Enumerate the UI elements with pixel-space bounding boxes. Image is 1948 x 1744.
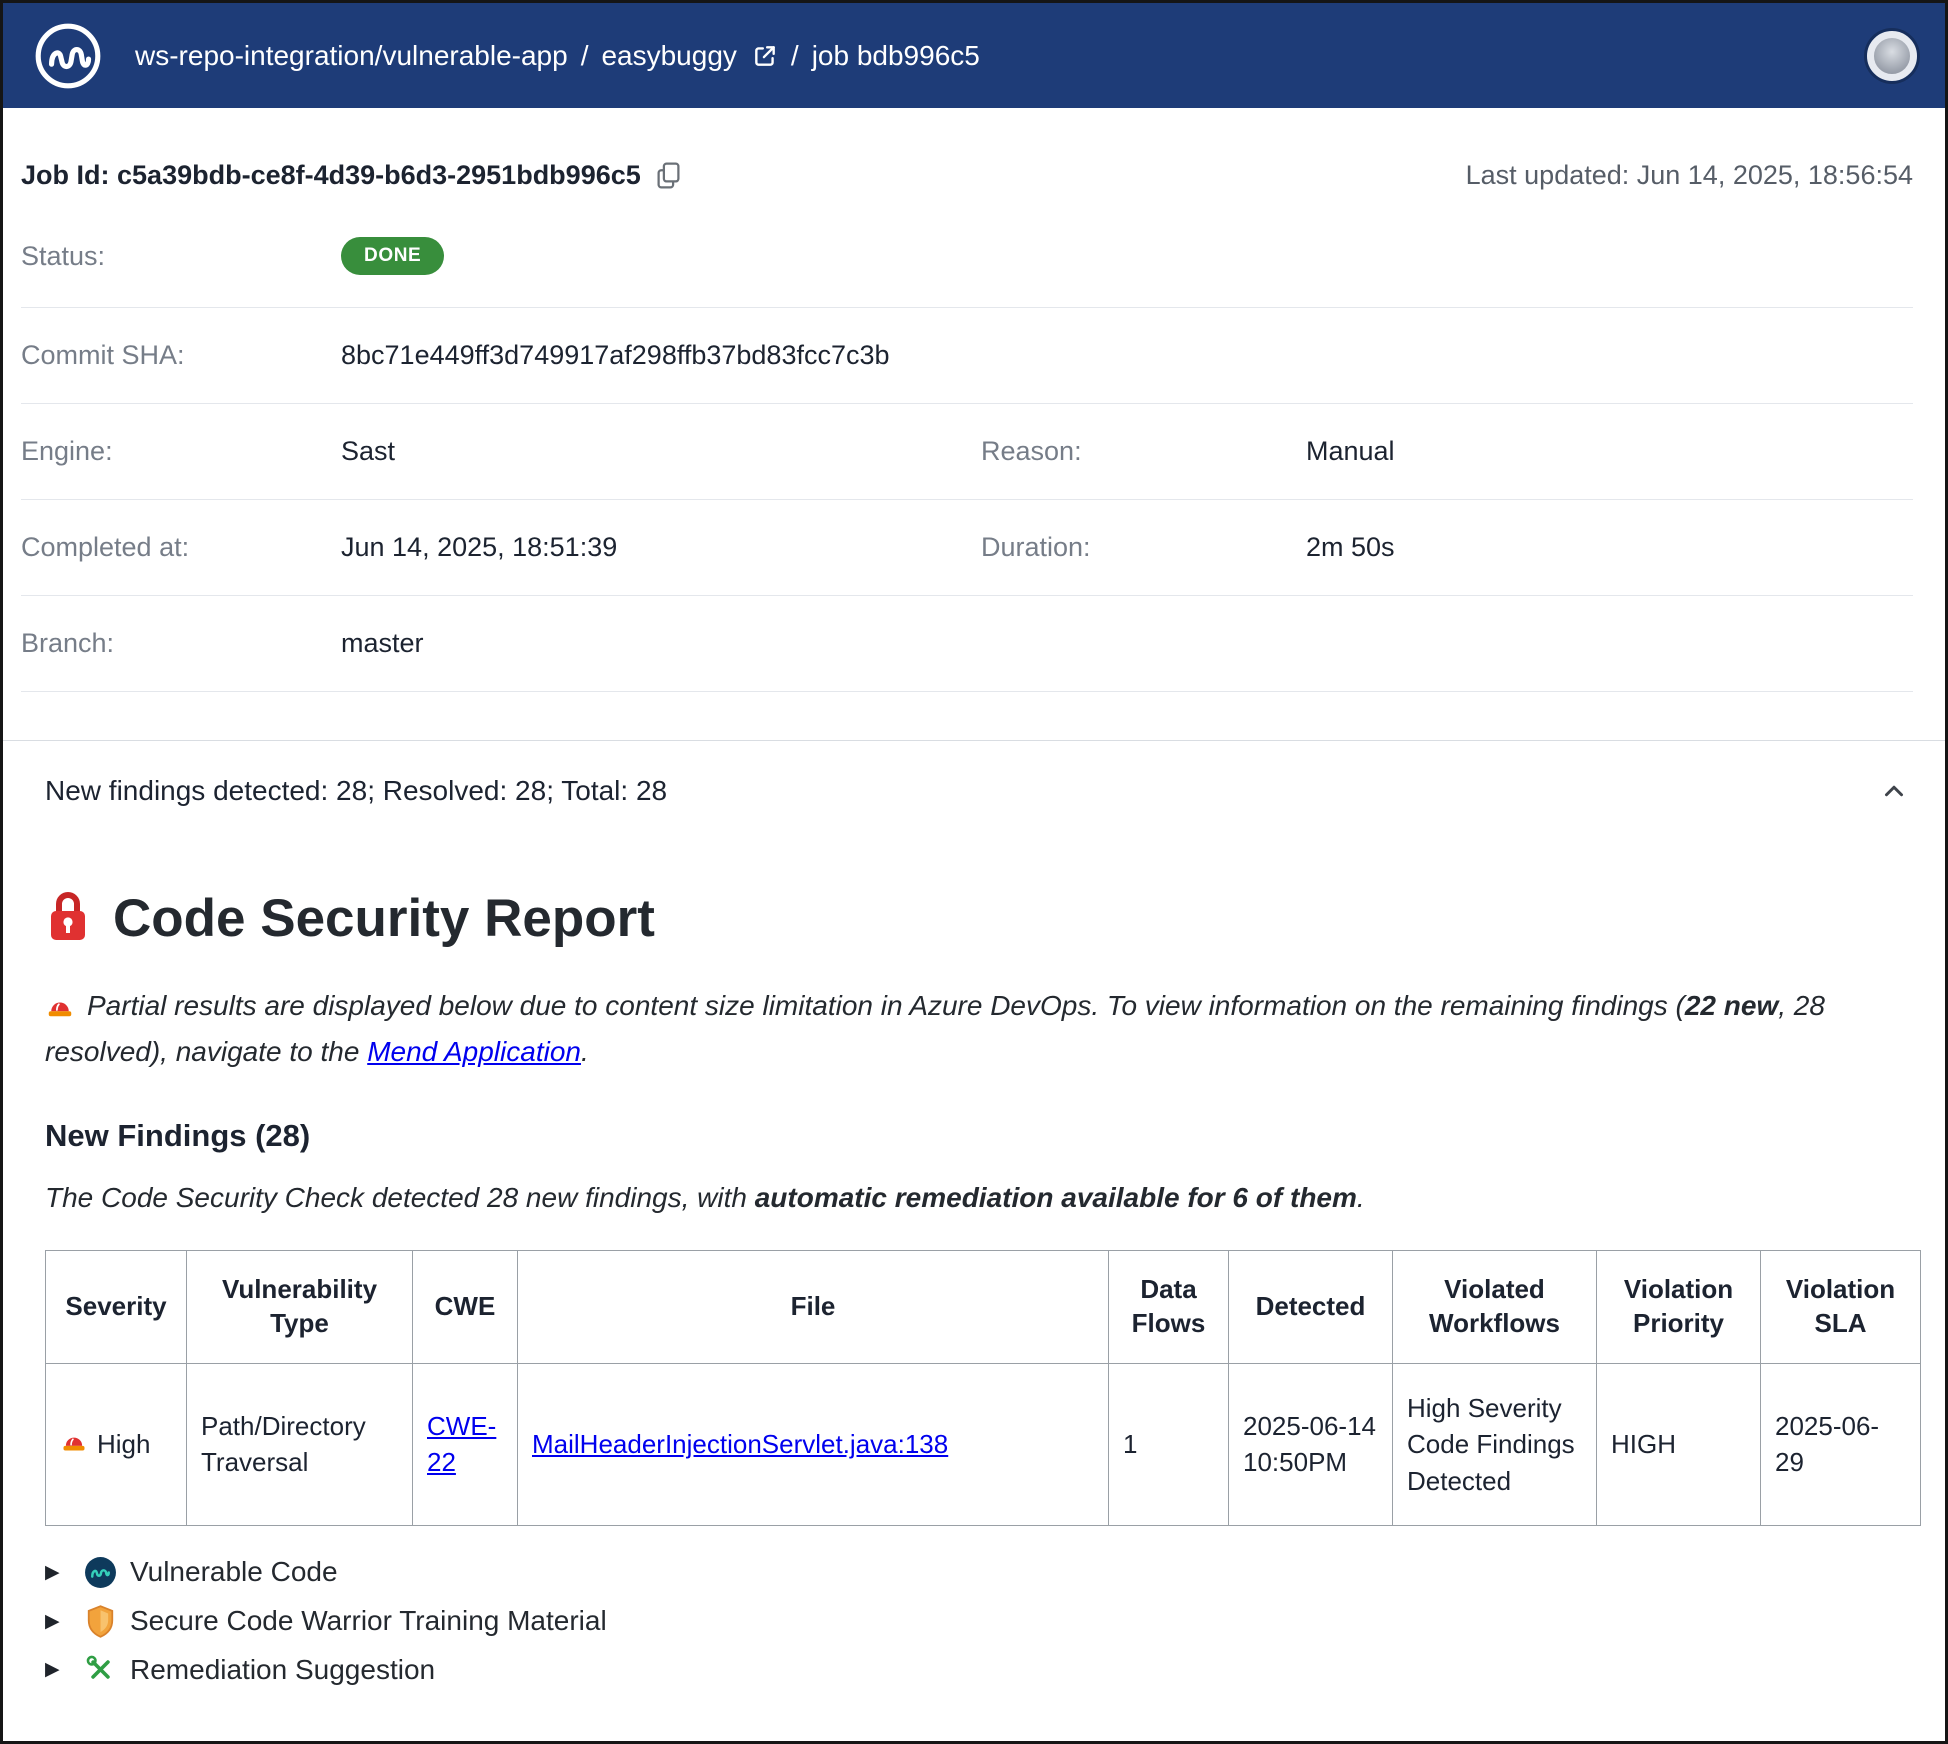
breadcrumb-separator: /	[581, 40, 589, 72]
breadcrumb: ws-repo-integration/vulnerable-app / eas…	[135, 40, 1867, 72]
mend-logo-icon[interactable]	[31, 19, 105, 93]
data-flows-cell: 1	[1109, 1363, 1229, 1525]
breadcrumb-job: job bdb996c5	[812, 40, 980, 72]
status-row: Status: DONE	[21, 205, 1913, 308]
tools-icon	[84, 1654, 117, 1685]
table-header-row: Severity Vulnerability Type CWE File Dat…	[46, 1251, 1921, 1364]
reason-value: Manual	[1306, 436, 1913, 467]
detected-cell: 2025-06-14 10:50PM	[1229, 1363, 1393, 1525]
finding-row: High Path/Directory Traversal CWE-22 Mai…	[46, 1363, 1921, 1525]
external-link-icon[interactable]	[752, 43, 778, 69]
col-detected: Detected	[1229, 1251, 1393, 1364]
commit-sha-row: Commit SHA: 8bc71e449ff3d749917af298ffb3…	[21, 308, 1913, 404]
col-cwe: CWE	[413, 1251, 518, 1364]
page: ws-repo-integration/vulnerable-app / eas…	[0, 0, 1948, 1744]
job-id-label: Job Id: c5a39bdb-ce8f-4d39-b6d3-2951bdb9…	[21, 160, 641, 191]
copy-job-id-icon[interactable]	[655, 161, 682, 190]
col-data-flows: Data Flows	[1109, 1251, 1229, 1364]
expander-label: Secure Code Warrior Training Material	[130, 1605, 607, 1637]
notice-new-count: 22 new	[1685, 990, 1778, 1021]
cwe-link[interactable]: CWE-22	[427, 1411, 496, 1477]
breadcrumb-project[interactable]: easybuggy	[601, 40, 736, 72]
finding-expanders: ▶ Vulnerable Code ▶ Secure Co	[45, 1548, 1914, 1694]
job-id-value: c5a39bdb-ce8f-4d39-b6d3-2951bdb996c5	[117, 160, 641, 190]
violation-priority-cell: HIGH	[1597, 1363, 1761, 1525]
triangle-collapsed-icon: ▶	[45, 1610, 71, 1633]
completed-at-value: Jun 14, 2025, 18:51:39	[341, 532, 981, 563]
job-fields: Status: DONE Commit SHA: 8bc71e449ff3d74…	[21, 205, 1913, 692]
expander-label: Vulnerable Code	[130, 1556, 338, 1588]
violated-workflows-cell: High Severity Code Findings Detected	[1393, 1363, 1597, 1525]
job-details-card: Job Id: c5a39bdb-ce8f-4d39-b6d3-2951bdb9…	[3, 160, 1945, 692]
branch-label: Branch:	[21, 628, 341, 659]
branch-row: Branch: master	[21, 596, 1913, 692]
file-link[interactable]: MailHeaderInjectionServlet.java:138	[532, 1429, 948, 1459]
report-title: Code Security Report	[113, 888, 655, 949]
triangle-collapsed-icon: ▶	[45, 1561, 71, 1584]
partial-results-notice: Partial results are displayed below due …	[45, 986, 1885, 1072]
mend-application-link[interactable]: Mend Application	[367, 1036, 581, 1067]
col-file: File	[518, 1251, 1109, 1364]
findings-table: Severity Vulnerability Type CWE File Dat…	[45, 1250, 1921, 1526]
commit-sha-value: 8bc71e449ff3d749917af298ffb37bd83fcc7c3b	[341, 340, 1913, 371]
top-navbar: ws-repo-integration/vulnerable-app / eas…	[3, 3, 1945, 108]
file-cell: MailHeaderInjectionServlet.java:138	[518, 1363, 1109, 1525]
commit-sha-label: Commit SHA:	[21, 340, 341, 371]
triangle-collapsed-icon: ▶	[45, 1658, 71, 1681]
user-avatar[interactable]	[1867, 31, 1917, 81]
siren-icon	[60, 1426, 88, 1463]
warning-siren-icon	[45, 990, 75, 1032]
status-badge: DONE	[341, 237, 444, 275]
violation-sla-cell: 2025-06-29	[1761, 1363, 1921, 1525]
cwe-cell: CWE-22	[413, 1363, 518, 1525]
duration-value: 2m 50s	[1306, 532, 1913, 563]
status-label: Status:	[21, 241, 341, 272]
findings-intro: The Code Security Check detected 28 new …	[45, 1182, 1914, 1214]
breadcrumb-repo[interactable]: ws-repo-integration/vulnerable-app	[135, 40, 568, 72]
red-lock-icon	[45, 887, 91, 950]
engine-label: Engine:	[21, 436, 341, 467]
mend-globe-icon	[84, 1556, 117, 1589]
expander-vulnerable-code[interactable]: ▶ Vulnerable Code	[45, 1548, 1914, 1597]
engine-value: Sast	[341, 436, 981, 467]
new-findings-heading: New Findings (28)	[45, 1118, 1914, 1154]
code-security-report: Code Security Report Partial results are…	[3, 887, 1945, 1694]
findings-summary-text: New findings detected: 28; Resolved: 28;…	[45, 775, 667, 807]
shield-icon	[84, 1605, 117, 1638]
breadcrumb-separator: /	[791, 40, 799, 72]
completed-at-label: Completed at:	[21, 532, 341, 563]
col-severity: Severity	[46, 1251, 187, 1364]
completed-duration-row: Completed at: Jun 14, 2025, 18:51:39 Dur…	[21, 500, 1913, 596]
engine-reason-row: Engine: Sast Reason: Manual	[21, 404, 1913, 500]
expander-remediation-suggestion[interactable]: ▶ Remediation Suggestion	[45, 1646, 1914, 1694]
severity-value: High	[97, 1426, 150, 1462]
expander-secure-code-warrior[interactable]: ▶ Secure Code Warrior Training Material	[45, 1597, 1914, 1646]
col-violation-priority: Violation Priority	[1597, 1251, 1761, 1364]
last-updated: Last updated: Jun 14, 2025, 18:56:54	[1466, 160, 1913, 191]
vulnerability-type-cell: Path/Directory Traversal	[187, 1363, 413, 1525]
chevron-up-icon[interactable]	[1879, 776, 1909, 806]
branch-value: master	[341, 628, 1913, 659]
severity-cell: High	[46, 1363, 187, 1525]
report-title-row: Code Security Report	[45, 887, 1914, 950]
col-vulnerability-type: Vulnerability Type	[187, 1251, 413, 1364]
expander-label: Remediation Suggestion	[130, 1654, 435, 1686]
job-header: Job Id: c5a39bdb-ce8f-4d39-b6d3-2951bdb9…	[21, 160, 1913, 191]
col-violation-sla: Violation SLA	[1761, 1251, 1921, 1364]
findings-summary-bar: New findings detected: 28; Resolved: 28;…	[3, 740, 1945, 841]
duration-label: Duration:	[981, 532, 1306, 563]
col-violated-workflows: Violated Workflows	[1393, 1251, 1597, 1364]
reason-label: Reason:	[981, 436, 1306, 467]
